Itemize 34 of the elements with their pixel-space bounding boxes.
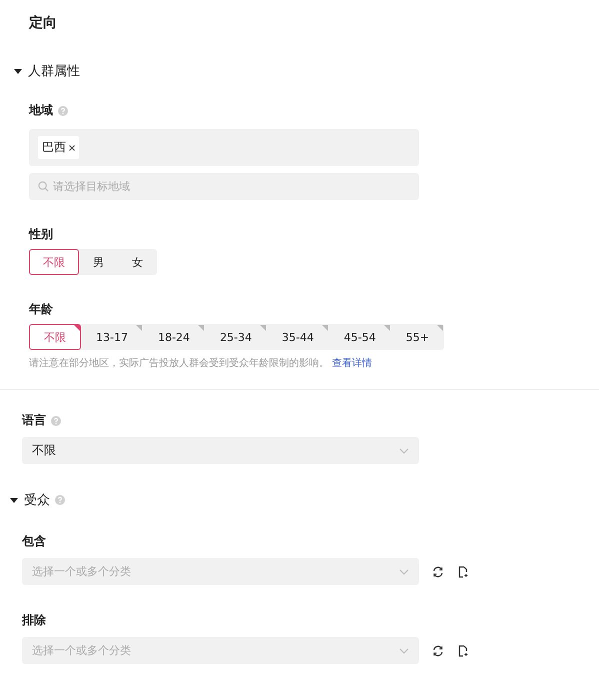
- gender-option[interactable]: 女: [118, 249, 157, 275]
- details-link[interactable]: 查看详情: [332, 358, 372, 369]
- age-option[interactable]: 55+: [390, 324, 444, 350]
- chevron-down-icon: [399, 568, 409, 574]
- age-option[interactable]: 35-44: [266, 324, 329, 350]
- region-field[interactable]: 巴西: [29, 129, 419, 166]
- refresh-icon[interactable]: [432, 644, 444, 656]
- field-label: 性别: [29, 226, 53, 243]
- refresh-icon[interactable]: [432, 566, 444, 578]
- age-option[interactable]: 13-17: [81, 324, 143, 350]
- document-icon[interactable]: [457, 644, 469, 656]
- field-label: 地域: [29, 102, 53, 119]
- section-toggle[interactable]: 人群属性: [14, 62, 599, 80]
- section-title: 定向: [29, 14, 58, 32]
- chevron-down-icon: [399, 648, 409, 654]
- age-option[interactable]: 25-34: [204, 324, 267, 350]
- chevron-down-icon: [399, 448, 409, 454]
- gender-option[interactable]: 男: [79, 249, 118, 275]
- age-option[interactable]: 18-24: [142, 324, 205, 350]
- document-icon[interactable]: [457, 566, 469, 578]
- age-note: 请注意在部分地区，实际广告投放人群会受到受众年龄限制的影响。 查看详情: [29, 356, 374, 370]
- age-option[interactable]: 45-54: [328, 324, 391, 350]
- field-label: 排除: [22, 612, 46, 629]
- field-label: 包含: [22, 533, 46, 550]
- language-select[interactable]: 不限: [22, 437, 419, 464]
- field-label: 年龄: [29, 301, 53, 318]
- search-field[interactable]: 请选择目标地域: [29, 173, 419, 200]
- region-tag[interactable]: 巴西: [38, 136, 79, 159]
- field-label: 语言: [22, 412, 46, 429]
- gender-option[interactable]: 不限: [29, 249, 79, 275]
- search-icon: [38, 181, 49, 192]
- section-toggle[interactable]: 受众: [10, 491, 50, 509]
- age-option[interactable]: 不限: [29, 324, 81, 350]
- close-icon[interactable]: [69, 145, 75, 151]
